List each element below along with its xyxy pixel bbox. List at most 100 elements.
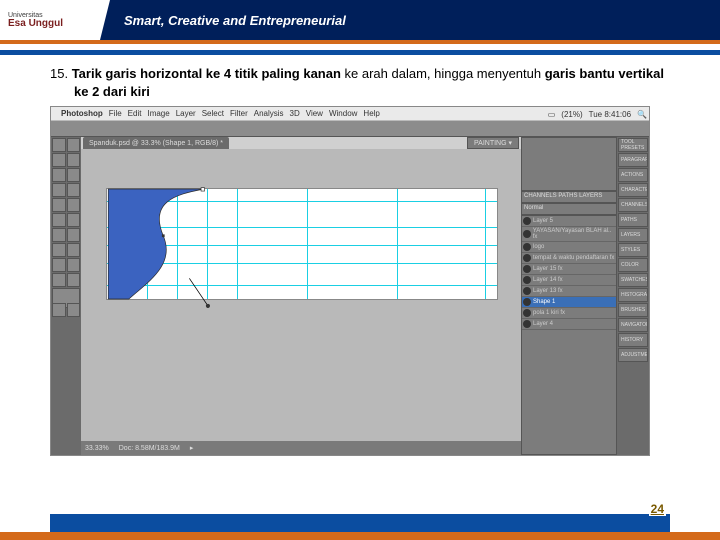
brush-tool[interactable] <box>67 183 81 197</box>
layer-name: Layer 4 <box>533 321 553 327</box>
visibility-icon[interactable] <box>523 230 531 238</box>
battery-pct: (21%) <box>561 110 582 119</box>
step-plain1: ke arah dalam, hingga menyentuh <box>345 66 545 81</box>
layers-tabbar[interactable]: CHANNELS PATHS LAYERS <box>521 191 617 203</box>
layer-name: YAYASAN/Yayasan BLAH al.. fx <box>533 228 615 240</box>
panel-tab[interactable]: LAYERS <box>618 228 648 242</box>
status-bar: 33.33% Doc: 8.58M/183.9M ▸ <box>81 441 521 455</box>
workspace-switcher[interactable]: PAINTING ▾ <box>467 137 519 149</box>
blur-tool[interactable] <box>52 228 66 242</box>
panel-tab[interactable]: BRUSHES <box>618 303 648 317</box>
mac-status: ▭ (21%) Tue 8:41:06 🔍 <box>548 107 647 121</box>
stamp-tool[interactable] <box>52 198 66 212</box>
menu-select[interactable]: Select <box>202 109 224 118</box>
panel-tab[interactable]: ADJUSTMENTS <box>618 348 648 362</box>
spotlight-icon[interactable]: 🔍 <box>637 110 647 119</box>
history-brush-tool[interactable] <box>67 198 81 212</box>
dodge-tool[interactable] <box>67 228 81 242</box>
lasso-tool[interactable] <box>52 153 66 167</box>
panel-tab[interactable]: STYLES <box>618 243 648 257</box>
panel-tab[interactable]: CHARACTER <box>618 183 648 197</box>
menu-analysis[interactable]: Analysis <box>254 109 284 118</box>
visibility-icon[interactable] <box>523 276 531 284</box>
document-tab[interactable]: Spanduk.psd @ 33.3% (Shape 1, RGB/8) * <box>83 137 229 149</box>
layer-row[interactable]: Layer 14 fx <box>522 275 616 286</box>
screenmode-tool[interactable] <box>67 303 81 317</box>
move-tool[interactable] <box>52 138 66 152</box>
menu-edit[interactable]: Edit <box>128 109 142 118</box>
visibility-icon[interactable] <box>523 287 531 295</box>
path-tool[interactable] <box>52 258 66 272</box>
caret-icon[interactable]: ▸ <box>190 444 194 452</box>
menu-layer[interactable]: Layer <box>176 109 196 118</box>
menu-help[interactable]: Help <box>363 109 379 118</box>
zoom-level[interactable]: 33.33% <box>85 445 109 452</box>
layer-row[interactable]: Layer 4 <box>522 319 616 330</box>
panel-tab[interactable]: COLOR <box>618 258 648 272</box>
menu-window[interactable]: Window <box>329 109 357 118</box>
visibility-icon[interactable] <box>523 217 531 225</box>
right-panels: CHANNELS PATHS LAYERS Normal Layer 5YAYA… <box>521 137 649 455</box>
marquee-tool[interactable] <box>67 138 81 152</box>
shape-tool[interactable] <box>67 258 81 272</box>
healing-tool[interactable] <box>52 183 66 197</box>
visibility-icon[interactable] <box>523 309 531 317</box>
page-number: 24 <box>649 502 666 516</box>
layer-row[interactable]: pola 1 kiri fx <box>522 308 616 319</box>
menu-filter[interactable]: Filter <box>230 109 248 118</box>
menu-file[interactable]: File <box>109 109 122 118</box>
menu-3d[interactable]: 3D <box>290 109 300 118</box>
canvas-area[interactable] <box>81 149 521 441</box>
panel-tab[interactable]: NAVIGATOR <box>618 318 648 332</box>
quickmask-tool[interactable] <box>52 303 66 317</box>
layer-row[interactable]: tempat & waktu pendaftaran fx <box>522 253 616 264</box>
layer-row[interactable]: Layer 15 fx <box>522 264 616 275</box>
layer-name: Layer 13 fx <box>533 288 563 294</box>
layer-row[interactable]: Shape 1 <box>522 297 616 308</box>
clock: Tue 8:41:06 <box>589 110 631 119</box>
guide-v[interactable] <box>485 189 486 299</box>
layer-row[interactable]: Layer 5 <box>522 216 616 227</box>
gradient-tool[interactable] <box>67 213 81 227</box>
step-number: 15. <box>50 66 72 81</box>
hand-tool[interactable] <box>52 273 66 287</box>
panel-tab[interactable]: PATHS <box>618 213 648 227</box>
tools-panel <box>51 137 81 455</box>
options-bar[interactable] <box>51 121 649 137</box>
menu-image[interactable]: Image <box>147 109 169 118</box>
eyedropper-tool[interactable] <box>67 168 81 182</box>
app-name: Photoshop <box>61 109 103 118</box>
layer-row[interactable]: logo <box>522 242 616 253</box>
layer-row[interactable]: Layer 13 fx <box>522 286 616 297</box>
guide-v[interactable] <box>397 189 398 299</box>
visibility-icon[interactable] <box>523 320 531 328</box>
orange-rule <box>0 40 720 44</box>
visibility-icon[interactable] <box>523 265 531 273</box>
pen-tool[interactable] <box>52 243 66 257</box>
wand-tool[interactable] <box>67 153 81 167</box>
panel-tab[interactable]: CHANNELS <box>618 198 648 212</box>
layer-name: Shape 1 <box>533 299 555 305</box>
visibility-icon[interactable] <box>523 298 531 306</box>
guide-v[interactable] <box>307 189 308 299</box>
layer-name: logo <box>533 244 544 250</box>
panel-tab[interactable]: TOOL PRESETS <box>618 138 648 152</box>
vector-shape[interactable] <box>107 189 247 299</box>
visibility-icon[interactable] <box>523 243 531 251</box>
canvas[interactable] <box>107 189 497 299</box>
layer-row[interactable]: YAYASAN/Yayasan BLAH al.. fx <box>522 227 616 242</box>
visibility-icon[interactable] <box>523 254 531 262</box>
nav-panel[interactable] <box>521 137 617 191</box>
panel-tab[interactable]: HISTORY <box>618 333 648 347</box>
eraser-tool[interactable] <box>52 213 66 227</box>
panel-tab[interactable]: HISTOGRAM <box>618 288 648 302</box>
crop-tool[interactable] <box>52 168 66 182</box>
type-tool[interactable] <box>67 243 81 257</box>
panel-tab[interactable]: SWATCHES <box>618 273 648 287</box>
panel-tab[interactable]: ACTIONS <box>618 168 648 182</box>
panel-tab[interactable]: PARAGRAPH <box>618 153 648 167</box>
zoom-tool[interactable] <box>67 273 81 287</box>
layers-mode[interactable]: Normal <box>521 203 617 215</box>
menu-view[interactable]: View <box>306 109 323 118</box>
university-logo: Universitas Esa Unggul <box>0 0 100 40</box>
